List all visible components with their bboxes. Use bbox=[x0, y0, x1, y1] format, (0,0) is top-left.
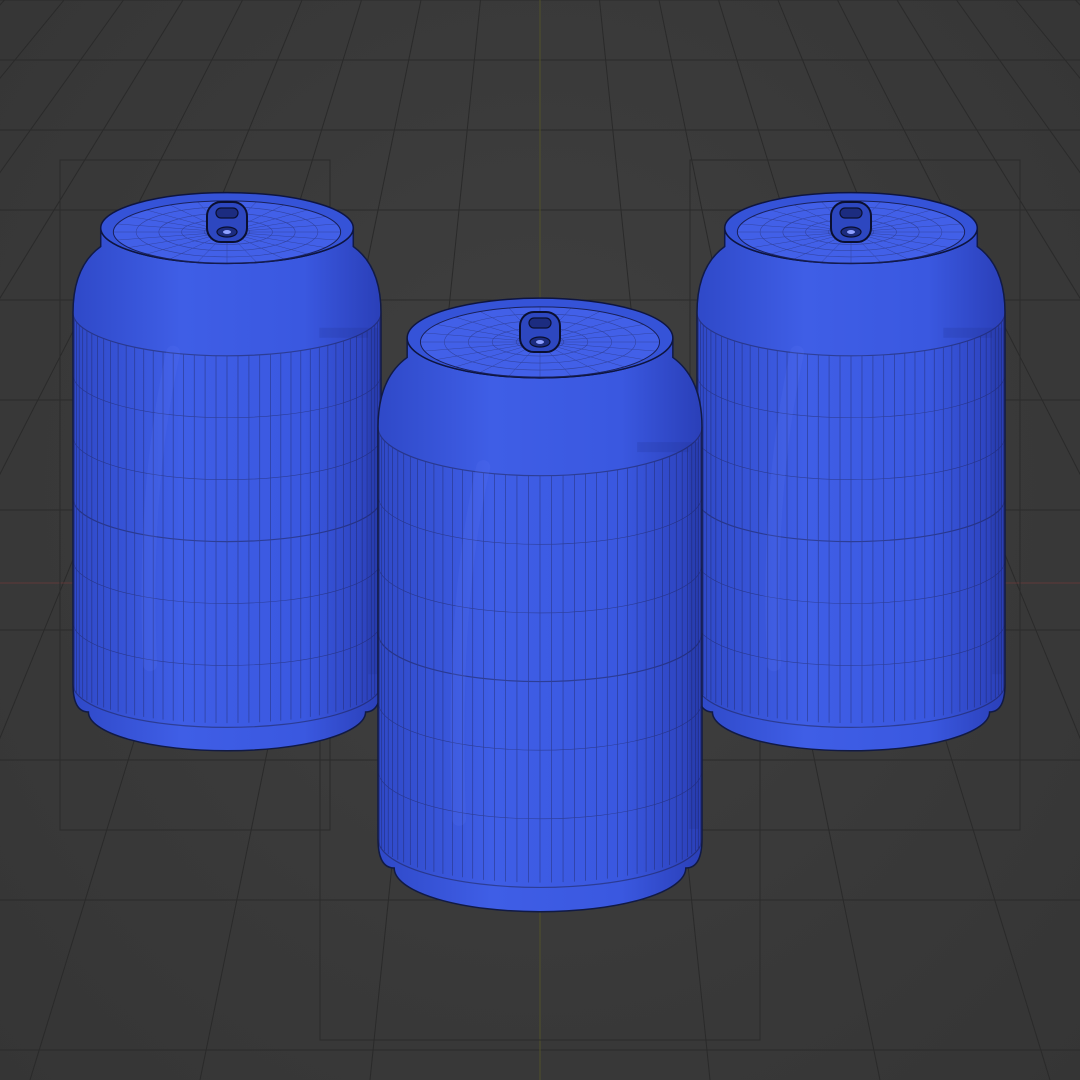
3d-viewport[interactable] bbox=[0, 0, 1080, 1080]
pull-tab-icon bbox=[519, 311, 561, 353]
pull-tab-icon bbox=[206, 201, 248, 243]
soda-can-right[interactable] bbox=[696, 191, 1006, 752]
scene-canvas[interactable] bbox=[0, 0, 1080, 1080]
soda-can-center[interactable] bbox=[377, 297, 703, 913]
pull-tab-icon bbox=[830, 201, 872, 243]
soda-can-left[interactable] bbox=[72, 191, 382, 752]
